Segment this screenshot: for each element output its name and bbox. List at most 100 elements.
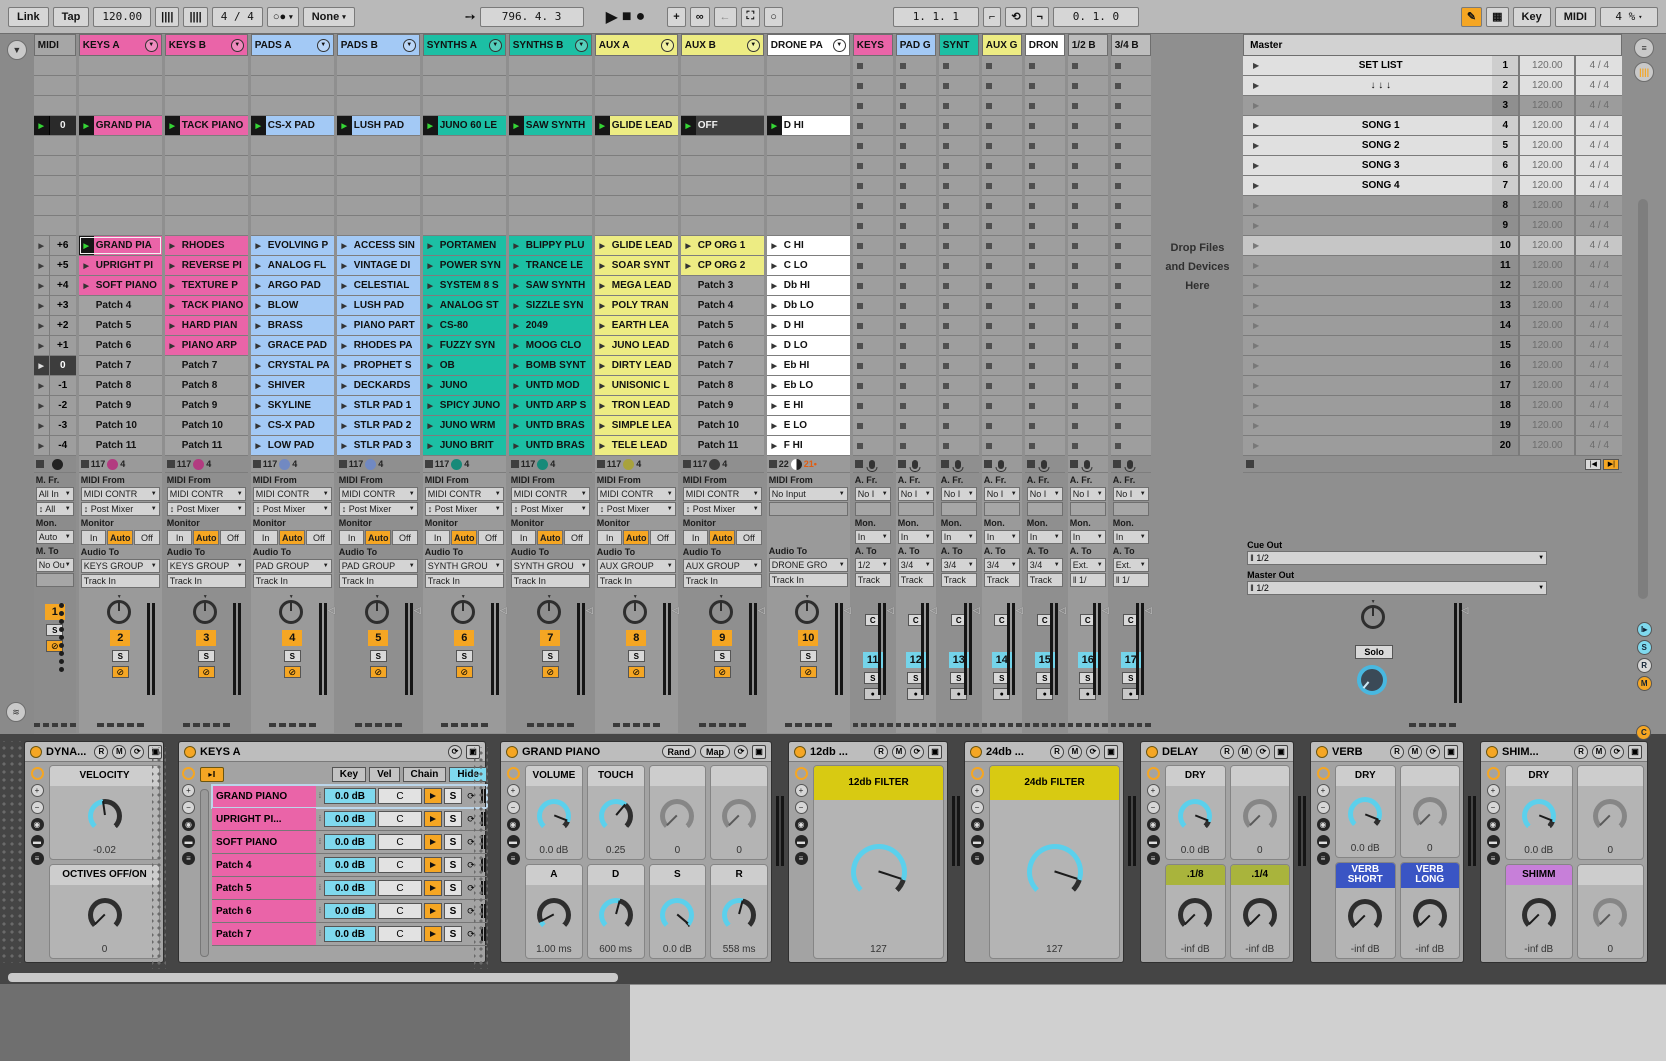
monitor-in[interactable]: In xyxy=(81,530,107,545)
clip-slot[interactable] xyxy=(165,56,248,76)
clip[interactable]: Patch 5 xyxy=(79,316,162,335)
speaker-icon[interactable] xyxy=(424,811,442,827)
clip[interactable]: ▶C HI xyxy=(767,236,850,255)
track-header-synths-b[interactable]: SYNTHS B▼ xyxy=(509,34,592,56)
clip-play-icon[interactable] xyxy=(79,316,94,335)
device-on-icon[interactable] xyxy=(970,746,982,758)
scene-time-signature[interactable]: 4 / 4 xyxy=(1574,276,1622,295)
clip-slot[interactable] xyxy=(1068,436,1108,456)
macro-knob[interactable] xyxy=(1522,898,1556,932)
clip[interactable]: ▶REVERSE PI xyxy=(165,256,248,275)
clip-slot[interactable]: ▶CELESTIAL xyxy=(337,276,420,296)
track-header-dron[interactable]: DRON xyxy=(1025,34,1065,56)
clip-slot[interactable] xyxy=(1025,156,1065,176)
clip-play-icon[interactable] xyxy=(165,436,180,455)
track-stop-button[interactable] xyxy=(941,460,949,468)
clip-play-icon[interactable]: ▶ xyxy=(79,276,94,295)
monitor-in[interactable]: In xyxy=(597,530,623,545)
show-macros-icon[interactable]: ≡ xyxy=(795,852,808,865)
clip-slot[interactable]: ▶STLR PAD 3 xyxy=(337,436,420,456)
clip-slot[interactable] xyxy=(337,196,420,216)
clip-slot[interactable] xyxy=(1068,396,1108,416)
cue-out-chooser[interactable]: ‖ 1/2▼ xyxy=(1247,551,1547,565)
clip-slot[interactable]: ▶SAW SYNTH xyxy=(509,116,592,136)
clip-slot[interactable] xyxy=(251,196,334,216)
monitor-switch[interactable]: InAutoOff xyxy=(597,530,676,545)
audio-to-chooser[interactable]: PAD GROUP▼ xyxy=(253,559,332,573)
clip-slot[interactable]: Patch 9 xyxy=(681,396,764,416)
audio-to-chooser[interactable]: KEYS GROUP▼ xyxy=(167,559,246,573)
scene-row[interactable]: ▶10120.004 / 4 xyxy=(1243,236,1622,256)
audio-to-chooser[interactable]: Ext.▼ xyxy=(1070,558,1106,572)
clip-slot[interactable] xyxy=(853,396,893,416)
midi-channel-chooser[interactable]: ↕ All▼ xyxy=(36,502,74,516)
midi-channel-chooser[interactable]: ↕ Post Mixer▼ xyxy=(339,502,418,516)
clip-slot[interactable]: ▶JUNO 60 LE xyxy=(423,116,506,136)
clip-slot[interactable]: Patch 3 xyxy=(681,276,764,296)
clip[interactable]: ▶EVOLVING P xyxy=(251,236,334,255)
clip[interactable]: ▶TEXTURE P xyxy=(165,276,248,295)
clip-slot[interactable] xyxy=(1068,236,1108,256)
clip[interactable]: ▶STLR PAD 1 xyxy=(337,396,420,415)
scene-play-icon[interactable]: ▶ xyxy=(1243,376,1269,395)
clip-slot[interactable] xyxy=(509,96,592,116)
device-power-icon[interactable] xyxy=(1147,767,1160,780)
volume-handle[interactable]: ◁ xyxy=(887,605,894,616)
arrangement-position-field[interactable]: 796. 4. 3 xyxy=(480,7,584,27)
clip-slot[interactable] xyxy=(896,436,936,456)
clip-slot[interactable]: ▶2049 xyxy=(509,316,592,336)
chain-row[interactable]: GRAND PIANO⁞0.0 dBCS⟳ xyxy=(212,785,487,808)
clip[interactable]: Patch 6 xyxy=(681,336,764,355)
clip-slot[interactable] xyxy=(767,56,850,76)
track-fold-icon[interactable]: ▼ xyxy=(231,39,244,52)
clip-slot[interactable]: Patch 8 xyxy=(79,376,162,396)
clip-slot[interactable]: ▶D HI xyxy=(767,316,850,336)
clip-slot[interactable] xyxy=(79,176,162,196)
punch-in-icon[interactable]: ⌐ xyxy=(983,7,1001,27)
monitor-off[interactable]: Off xyxy=(220,530,246,545)
device-m-button[interactable]: M xyxy=(1408,745,1422,759)
midi-map-button[interactable]: MIDI xyxy=(1555,7,1596,27)
routing-box[interactable]: Track xyxy=(855,573,891,587)
clip-slot[interactable]: ▶MOOG CLO xyxy=(509,336,592,356)
clip-slot[interactable]: ▶SKYLINE xyxy=(251,396,334,416)
play-button[interactable]: ▶ xyxy=(606,7,618,27)
clip-slot[interactable] xyxy=(896,76,936,96)
clip-play-icon[interactable] xyxy=(165,376,180,395)
clip-slot[interactable]: ▶CS-X PAD xyxy=(251,416,334,436)
clip-slot[interactable] xyxy=(1111,336,1151,356)
link-button[interactable]: Link xyxy=(8,7,49,27)
monitor-off[interactable]: Off xyxy=(392,530,418,545)
clip[interactable]: ▶TACK PIANO xyxy=(165,116,248,135)
clip-slot[interactable]: ▶BOMB SYNT xyxy=(509,356,592,376)
routing-box[interactable]: Track In xyxy=(167,574,246,588)
clip[interactable]: ▶BLIPPY PLU xyxy=(509,236,592,255)
clip-slot[interactable] xyxy=(337,216,420,236)
clip-slot[interactable]: ▶0 xyxy=(34,356,76,376)
clip-slot[interactable] xyxy=(939,76,979,96)
show-macros-icon[interactable]: ≡ xyxy=(31,852,44,865)
macro-knob[interactable] xyxy=(537,898,571,932)
audio-from-chooser[interactable]: No I▼ xyxy=(1027,487,1063,501)
clip-slot[interactable] xyxy=(1068,376,1108,396)
scene-time-signature[interactable]: 4 / 4 xyxy=(1574,376,1622,395)
monitor-switch[interactable]: InAutoOff xyxy=(253,530,332,545)
scene-row[interactable]: ▶8120.004 / 4 xyxy=(1243,196,1622,216)
track-stop-button[interactable] xyxy=(769,460,777,468)
track-stop-button[interactable] xyxy=(855,460,863,468)
show-macros-icon[interactable]: ≡ xyxy=(1147,852,1160,865)
track-stop-button[interactable] xyxy=(36,460,44,468)
clip-slot[interactable]: ▶+2 xyxy=(34,316,76,336)
capture-midi-icon[interactable]: ⛶ xyxy=(741,7,761,27)
hot-swap-icon[interactable]: ⟳ xyxy=(1426,745,1440,759)
monitor-switch[interactable]: InAutoOff xyxy=(167,530,246,545)
arm-button[interactable]: ⊘ xyxy=(284,666,301,678)
clip[interactable]: ▶POLY TRAN xyxy=(595,296,678,315)
clip-slot[interactable]: ▶C HI xyxy=(767,236,850,256)
clip-slot[interactable] xyxy=(767,156,850,176)
clip-slot[interactable] xyxy=(509,76,592,96)
clip-slot[interactable] xyxy=(853,376,893,396)
clip-slot[interactable]: Patch 9 xyxy=(165,396,248,416)
clip[interactable]: ▶EARTH LEA xyxy=(595,316,678,335)
scene-play-icon[interactable]: ▶ xyxy=(1243,396,1269,415)
